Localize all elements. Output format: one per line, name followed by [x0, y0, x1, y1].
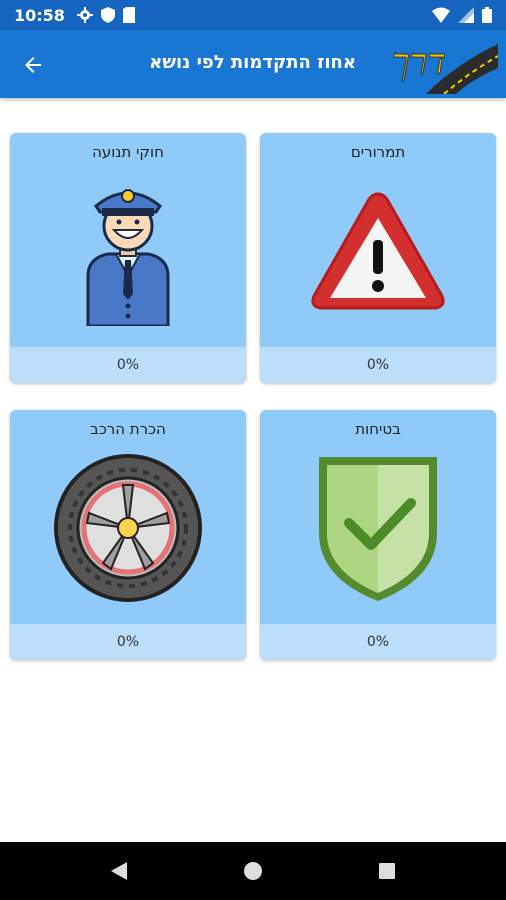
status-time: 10:58	[14, 5, 65, 25]
nav-recents-button[interactable]	[375, 859, 399, 883]
nav-back-button[interactable]	[107, 859, 131, 883]
topic-card-traffic-laws[interactable]: חוקי תנועה 0%	[10, 133, 246, 383]
back-button[interactable]	[18, 50, 48, 80]
nav-home-button[interactable]	[241, 859, 265, 883]
app-bar: אחוז התקדמות לפי נושא דרך	[0, 30, 506, 98]
sim-card-icon	[122, 7, 135, 23]
status-bar: 10:58	[0, 0, 506, 30]
warning-sign-icon	[311, 192, 445, 310]
topic-progress: 0%	[260, 345, 496, 383]
settings-icon	[76, 7, 93, 23]
battery-icon	[482, 7, 492, 23]
topic-title: חוקי תנועה	[92, 143, 164, 161]
svg-text:דרך: דרך	[392, 42, 446, 83]
app-logo: דרך	[392, 42, 498, 94]
page-title: אחוז התקדמות לפי נושא	[149, 52, 356, 73]
circle-home-icon	[244, 862, 262, 880]
topic-progress: 0%	[10, 622, 246, 660]
topic-title: הכרת הרכב	[90, 420, 166, 438]
tire-wheel-icon	[54, 454, 202, 602]
topic-title: בטיחות	[355, 420, 401, 438]
topic-card-vehicle[interactable]: הכרת הרכב 0%	[10, 410, 246, 660]
status-right-icons	[432, 7, 492, 23]
shield-check-icon	[319, 457, 437, 601]
topic-progress: 0%	[10, 345, 246, 383]
triangle-back-icon	[111, 862, 127, 880]
square-recents-icon	[379, 863, 395, 879]
navigation-bar	[0, 842, 506, 900]
topic-title: תמרורים	[350, 143, 406, 161]
shield-status-icon	[100, 7, 115, 23]
status-left-icons	[76, 7, 135, 23]
topic-card-signs[interactable]: תמרורים 0%	[260, 133, 496, 383]
topic-card-safety[interactable]: בטיחות 0%	[260, 410, 496, 660]
police-officer-icon	[86, 189, 170, 326]
signal-icon	[458, 7, 474, 23]
arrow-back-icon	[25, 57, 41, 73]
wifi-icon	[432, 7, 450, 23]
topic-progress: 0%	[260, 622, 496, 660]
